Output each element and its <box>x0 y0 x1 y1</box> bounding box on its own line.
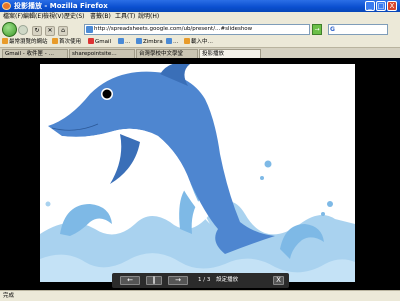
close-window-button[interactable]: X <box>387 1 397 11</box>
firefox-icon <box>2 2 11 10</box>
bookmark-item[interactable]: … <box>118 38 131 47</box>
address-bar[interactable]: http://spreadsheets.google.com/ub/presen… <box>84 24 310 35</box>
menu-bookmarks[interactable]: 書籤(B) <box>90 12 111 21</box>
bookmark-item[interactable]: Zimbra <box>136 38 163 47</box>
bookmark-icon <box>136 38 142 44</box>
bookmark-item[interactable]: … <box>166 38 179 47</box>
site-favicon <box>86 26 93 33</box>
bookmark-item[interactable]: Gmail <box>88 38 111 47</box>
bookmark-icon <box>166 38 172 44</box>
bookmark-icon <box>118 38 124 44</box>
go-button[interactable]: → <box>312 24 322 35</box>
settings-label[interactable]: 設定播放 <box>216 277 238 283</box>
minimize-button[interactable]: _ <box>365 1 375 11</box>
address-url: http://spreadsheets.google.com/ub/presen… <box>94 26 253 32</box>
page-number: 1 / 3 <box>198 277 211 283</box>
page-indicator: 1 / 3 設定播放 <box>198 275 238 286</box>
bubble <box>260 176 264 180</box>
window-title: 投影播放 - Mozilla Firefox <box>14 2 108 10</box>
menu-history[interactable]: 歷史(S) <box>64 12 85 21</box>
bookmark-icon <box>88 38 94 44</box>
bookmark-icon <box>52 38 58 44</box>
bookmark-icon <box>2 38 8 44</box>
bubble <box>327 201 333 207</box>
close-slideshow-button[interactable]: X <box>273 276 284 285</box>
stop-icon[interactable]: ✕ <box>45 26 55 36</box>
search-input[interactable]: G <box>328 24 388 35</box>
bubble <box>45 201 51 207</box>
menu-help[interactable]: 說明(H) <box>138 12 159 21</box>
forward-button[interactable] <box>18 25 28 35</box>
bookmarks-toolbar: 最常瀏覽的網站 首次使用 Gmail … Zimbra … 載入中… <box>0 38 400 47</box>
bubble <box>321 212 325 216</box>
bookmark-item[interactable]: 最常瀏覽的網站 <box>2 38 48 47</box>
bubble <box>264 160 272 168</box>
bookmark-icon <box>184 38 190 44</box>
back-button[interactable] <box>2 22 17 37</box>
slide-canvas <box>40 64 355 282</box>
reload-icon[interactable]: ↻ <box>32 26 42 36</box>
status-bar: 完成 <box>0 290 400 301</box>
bookmark-item[interactable]: 首次使用 <box>52 38 81 47</box>
menu-file[interactable]: 檔案(F) <box>3 12 23 21</box>
dolphin-eye <box>102 89 112 99</box>
maximize-button[interactable]: □ <box>376 1 386 11</box>
pause-button[interactable]: ‖ <box>146 276 162 285</box>
home-icon[interactable]: ⌂ <box>58 26 68 36</box>
bookmark-item[interactable]: 載入中… <box>184 38 213 47</box>
window-title-bar: 投影播放 - Mozilla Firefox _ □ X <box>0 0 400 12</box>
next-slide-button[interactable]: → <box>168 276 188 285</box>
menu-view[interactable]: 檢視(V) <box>43 12 64 21</box>
previous-slide-button[interactable]: ← <box>120 276 140 285</box>
menu-tools[interactable]: 工具(T) <box>115 12 135 21</box>
dolphin-illustration <box>40 64 355 282</box>
search-engine-icon: G <box>330 26 335 33</box>
menu-edit[interactable]: 編輯(E) <box>23 12 43 21</box>
